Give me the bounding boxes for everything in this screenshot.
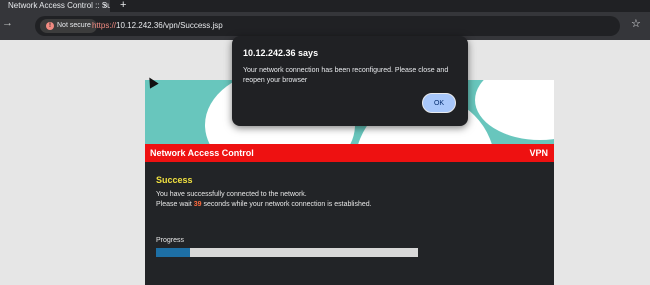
security-label: Not secure	[57, 22, 91, 29]
forward-arrow-icon[interactable]: →	[2, 17, 13, 29]
bookmark-star-icon[interactable]: ☆	[631, 17, 641, 30]
url-path: 10.12.242.36/vpn/Success.jsp	[116, 21, 223, 30]
tab-title: Network Access Control :: Succe	[8, 1, 110, 10]
tab-strip: Network Access Control :: Succe × +	[0, 0, 650, 12]
tab-network-access-control[interactable]: Network Access Control :: Succe	[0, 0, 110, 12]
address-bar[interactable]: ! Not secure https://10.12.242.36/vpn/Su…	[35, 16, 620, 36]
warning-icon: !	[46, 22, 54, 30]
url-text[interactable]: https://10.12.242.36/vpn/Success.jsp	[92, 20, 223, 32]
ok-button[interactable]: OK	[422, 93, 456, 113]
success-heading: Success	[156, 175, 193, 185]
wait-text-post: seconds while your network connection is…	[201, 201, 372, 208]
alert-dialog: 10.12.242.36 says Your network connectio…	[232, 36, 468, 126]
header-title: Network Access Control	[150, 148, 254, 158]
progress-fill	[156, 248, 191, 257]
new-tab-icon[interactable]: +	[120, 0, 126, 11]
progress-label: Progress	[156, 237, 185, 244]
tab-close-icon[interactable]: ×	[103, 0, 108, 11]
url-protocol: https://	[92, 21, 117, 30]
wait-message: Please wait 39 seconds while your networ…	[156, 201, 372, 208]
not-secure-chip[interactable]: ! Not secure	[40, 19, 97, 33]
connected-message: You have successfully connected to the n…	[156, 191, 307, 198]
progress-bar	[156, 248, 418, 257]
wait-text-pre: Please wait	[156, 201, 194, 208]
dialog-message: Your network connection has been reconfi…	[243, 67, 449, 84]
countdown-seconds: 39	[193, 201, 202, 208]
page-header: Network Access Control VPN	[145, 144, 554, 162]
dialog-title: 10.12.242.36 says	[243, 48, 319, 58]
header-vpn-label: VPN	[529, 148, 548, 158]
